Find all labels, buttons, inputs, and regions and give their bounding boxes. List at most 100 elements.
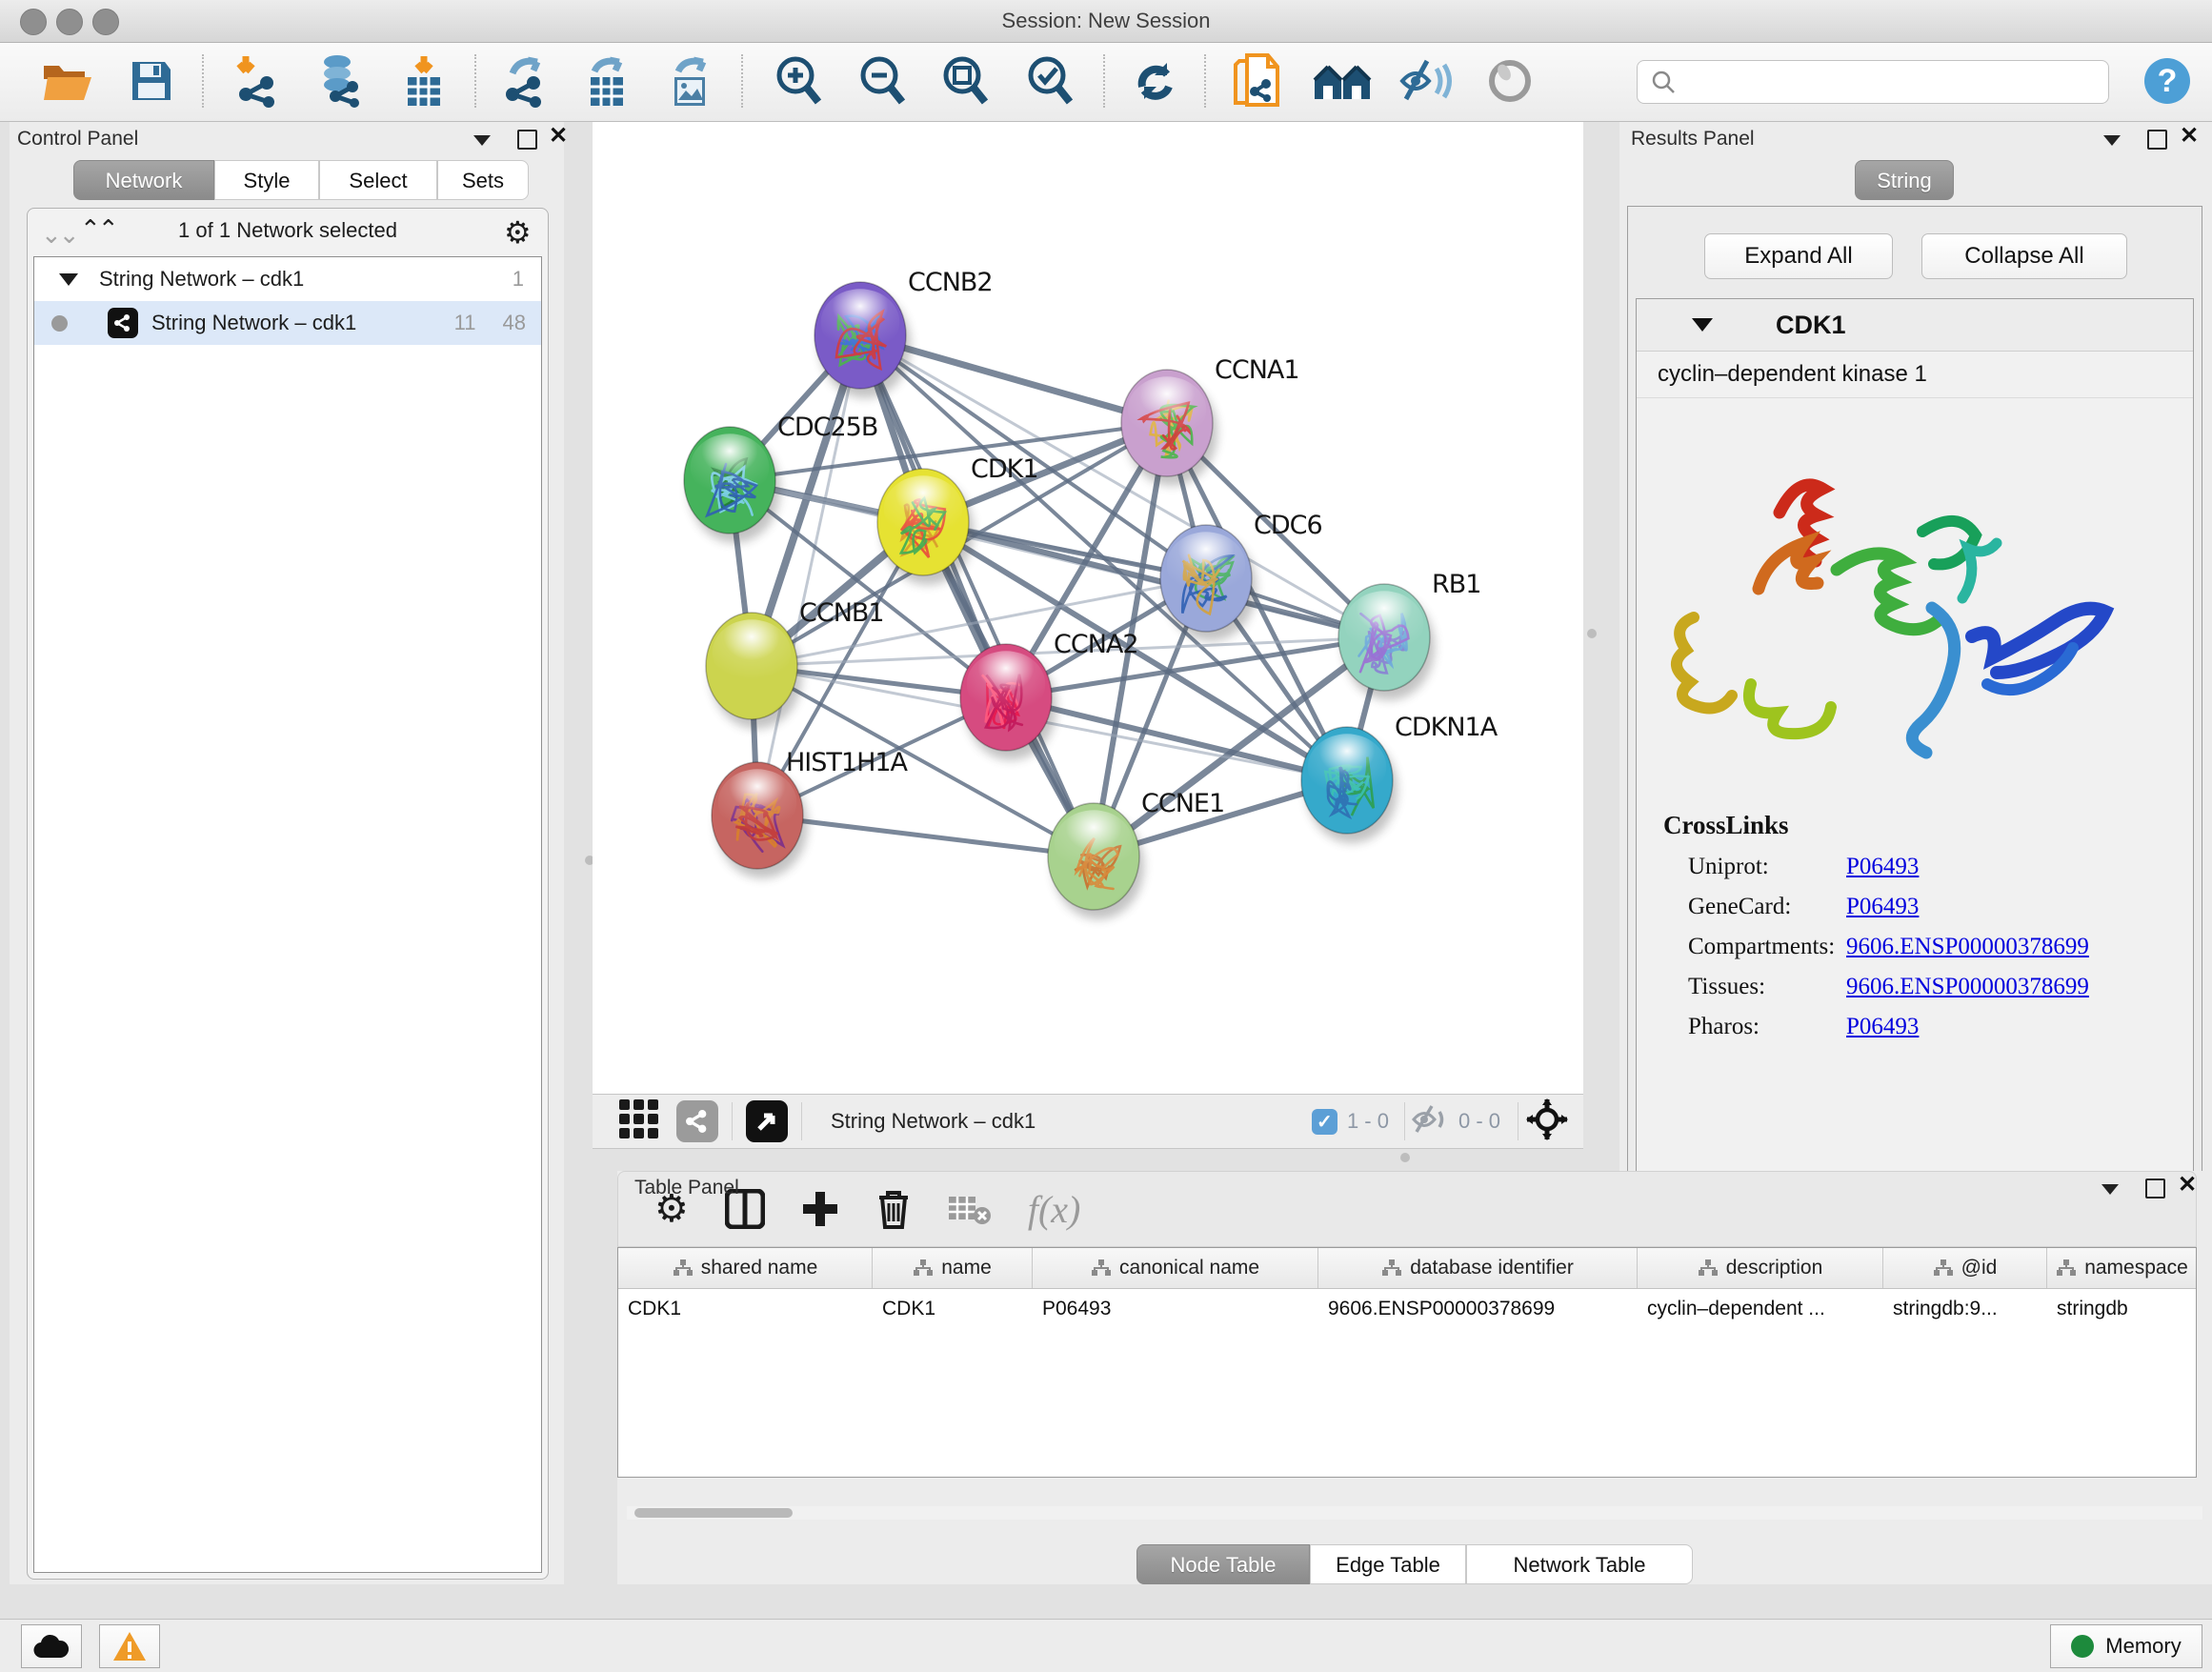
crosslink-link[interactable]: P06493 <box>1846 854 1919 880</box>
node-table[interactable]: shared namenamecanonical namedatabase id… <box>617 1247 2197 1478</box>
eye-slash-icon <box>1398 57 1454 105</box>
refresh-view-button[interactable] <box>1126 50 1185 111</box>
tab-node-table[interactable]: Node Table <box>1136 1544 1310 1584</box>
network-collection-row[interactable]: String Network – cdk1 1 <box>34 257 541 301</box>
cell-description[interactable]: cyclin–dependent ... <box>1638 1289 1883 1329</box>
control-panel-close-button[interactable]: ✕ <box>549 128 568 148</box>
string-style-icon[interactable] <box>676 1100 718 1142</box>
tab-network[interactable]: Network <box>73 160 214 200</box>
tab-sets[interactable]: Sets <box>437 160 529 200</box>
delete-table-icon[interactable] <box>948 1193 992 1225</box>
results-panel-maximize-button[interactable] <box>2147 130 2167 154</box>
collapse-all-button[interactable]: Collapse All <box>1921 233 2127 279</box>
cell-database-identifier[interactable]: 9606.ENSP00000378699 <box>1318 1289 1638 1329</box>
zoom-in-button[interactable] <box>770 50 829 111</box>
hidden-eye-slash-icon[interactable] <box>1411 1103 1449 1140</box>
toolbar-search[interactable] <box>1637 60 2109 104</box>
control-panel-float-button[interactable] <box>473 133 491 151</box>
export-table-button[interactable] <box>577 50 636 111</box>
save-session-button[interactable] <box>122 50 181 111</box>
toolbar-separator <box>474 54 476 108</box>
cell-namespace[interactable]: stringdb <box>2047 1289 2197 1329</box>
toolbar-separator <box>741 54 743 108</box>
zoom-out-button[interactable] <box>854 50 913 111</box>
network-list-panel: ⌄⌄ ⌄⌄ 1 of 1 Network selected ⚙ String N… <box>27 208 549 1580</box>
crosslink-label: Tissues: <box>1688 974 1846 1000</box>
help-button[interactable]: ? <box>2138 50 2197 111</box>
cloud-status-button[interactable] <box>21 1624 82 1668</box>
create-column-plus-icon[interactable] <box>801 1190 839 1228</box>
column-header-description[interactable]: description <box>1638 1248 1883 1288</box>
crosslink-row: Tissues:9606.ENSP00000378699 <box>1688 974 2193 1000</box>
cell-shared-name[interactable]: CDK1 <box>618 1289 873 1329</box>
crosslink-link[interactable]: 9606.ENSP00000378699 <box>1846 934 2089 960</box>
table-panel-close-button[interactable]: ✕ <box>2178 1177 2197 1197</box>
cell-canonical-name[interactable]: P06493 <box>1033 1289 1318 1329</box>
column-header-namespace[interactable]: namespace <box>2047 1248 2197 1288</box>
collection-expander-icon[interactable] <box>59 273 78 286</box>
open-session-button[interactable] <box>38 50 97 111</box>
export-image-button[interactable] <box>661 50 720 111</box>
string-home-button[interactable] <box>1313 50 1372 111</box>
crosslink-link[interactable]: P06493 <box>1846 1014 1919 1040</box>
expand-all-button[interactable]: Expand All <box>1704 233 1893 279</box>
tab-edge-table[interactable]: Edge Table <box>1310 1544 1466 1584</box>
column-header-database-identifier[interactable]: database identifier <box>1318 1248 1638 1288</box>
control-panel-title: Control Panel <box>17 128 138 151</box>
hide-display-button[interactable] <box>1397 50 1456 111</box>
string-document-button[interactable] <box>1229 50 1288 111</box>
string-results-container: Expand All Collapse All CDK1 cyclin–depe… <box>1627 206 2202 1237</box>
collection-count: 1 <box>513 267 524 292</box>
warnings-button[interactable] <box>99 1624 160 1668</box>
column-header-canonical-name[interactable]: canonical name <box>1033 1248 1318 1288</box>
network-view-title: String Network – cdk1 <box>831 1109 1036 1134</box>
table-horizontal-scrollbar[interactable] <box>627 1506 2202 1520</box>
birds-eye-view-icon[interactable] <box>619 1099 659 1144</box>
results-panel-close-button[interactable]: ✕ <box>2180 128 2199 148</box>
details-expander-icon[interactable] <box>1692 318 1713 332</box>
zoom-fit-button[interactable] <box>936 50 995 111</box>
export-network-button[interactable] <box>495 50 554 111</box>
table-panel-float-button[interactable] <box>2101 1182 2119 1199</box>
zoom-selected-button[interactable] <box>1021 50 1080 111</box>
crosslink-label: Compartments: <box>1688 934 1846 960</box>
import-table-file-button[interactable] <box>394 50 453 111</box>
node-navigator-crosshair-icon[interactable] <box>1526 1098 1568 1145</box>
node-details-header[interactable]: CDK1 <box>1637 299 2193 352</box>
tab-network-table[interactable]: Network Table <box>1466 1544 1693 1584</box>
tab-style[interactable]: Style <box>214 160 319 200</box>
column-header-shared-name[interactable]: shared name <box>618 1248 873 1288</box>
crosslink-link[interactable]: P06493 <box>1846 894 1919 920</box>
selected-nodes-checkbox-icon[interactable]: ✓ <box>1312 1109 1337 1135</box>
memory-button[interactable]: Memory <box>2050 1624 2202 1668</box>
control-panel-maximize-button[interactable] <box>517 130 537 154</box>
node-name: CDK1 <box>1776 311 1846 340</box>
crosslink-link[interactable]: 9606.ENSP00000378699 <box>1846 974 2089 1000</box>
search-input[interactable] <box>1683 70 2108 94</box>
bottom-splitter-handle[interactable] <box>1400 1153 1410 1162</box>
show-display-button[interactable] <box>1480 50 1539 111</box>
network-options-gear-icon[interactable]: ⚙ <box>504 214 532 251</box>
tab-select[interactable]: Select <box>319 160 437 200</box>
delete-column-trash-icon[interactable] <box>875 1188 912 1230</box>
scrollbar-thumb[interactable] <box>634 1508 793 1518</box>
refresh-icon <box>1130 55 1181 107</box>
table-panel-maximize-button[interactable] <box>2145 1178 2165 1203</box>
column-header-name[interactable]: name <box>873 1248 1033 1288</box>
right-splitter-handle[interactable] <box>1587 629 1597 638</box>
network-view-canvas[interactable]: CCNB2CCNA1CDC25BCDK1CDC6RB1CCNB1CCNA2CDK… <box>593 122 1583 1094</box>
open-in-new-window-icon[interactable] <box>746 1100 788 1142</box>
import-network-database-button[interactable] <box>311 50 370 111</box>
node-label-CDC25B: CDC25B <box>777 413 877 442</box>
results-panel-float-button[interactable] <box>2103 133 2121 151</box>
import-network-file-button[interactable] <box>229 50 288 111</box>
cell-name[interactable]: CDK1 <box>873 1289 1033 1329</box>
tab-string[interactable]: String <box>1855 160 1954 200</box>
function-builder-icon[interactable]: f(x) <box>1028 1187 1081 1232</box>
node-table-data-row[interactable]: CDK1CDK1P064939606.ENSP00000378699cyclin… <box>618 1289 2196 1329</box>
cell--id[interactable]: stringdb:9... <box>1883 1289 2047 1329</box>
column-header--id[interactable]: @id <box>1883 1248 2047 1288</box>
network-row-selected[interactable]: String Network – cdk1 11 48 <box>34 301 541 345</box>
node-label-CCNA2: CCNA2 <box>1054 630 1138 659</box>
string-network-graph[interactable]: CCNB2CCNA1CDC25BCDK1CDC6RB1CCNB1CCNA2CDK… <box>593 122 1583 1094</box>
